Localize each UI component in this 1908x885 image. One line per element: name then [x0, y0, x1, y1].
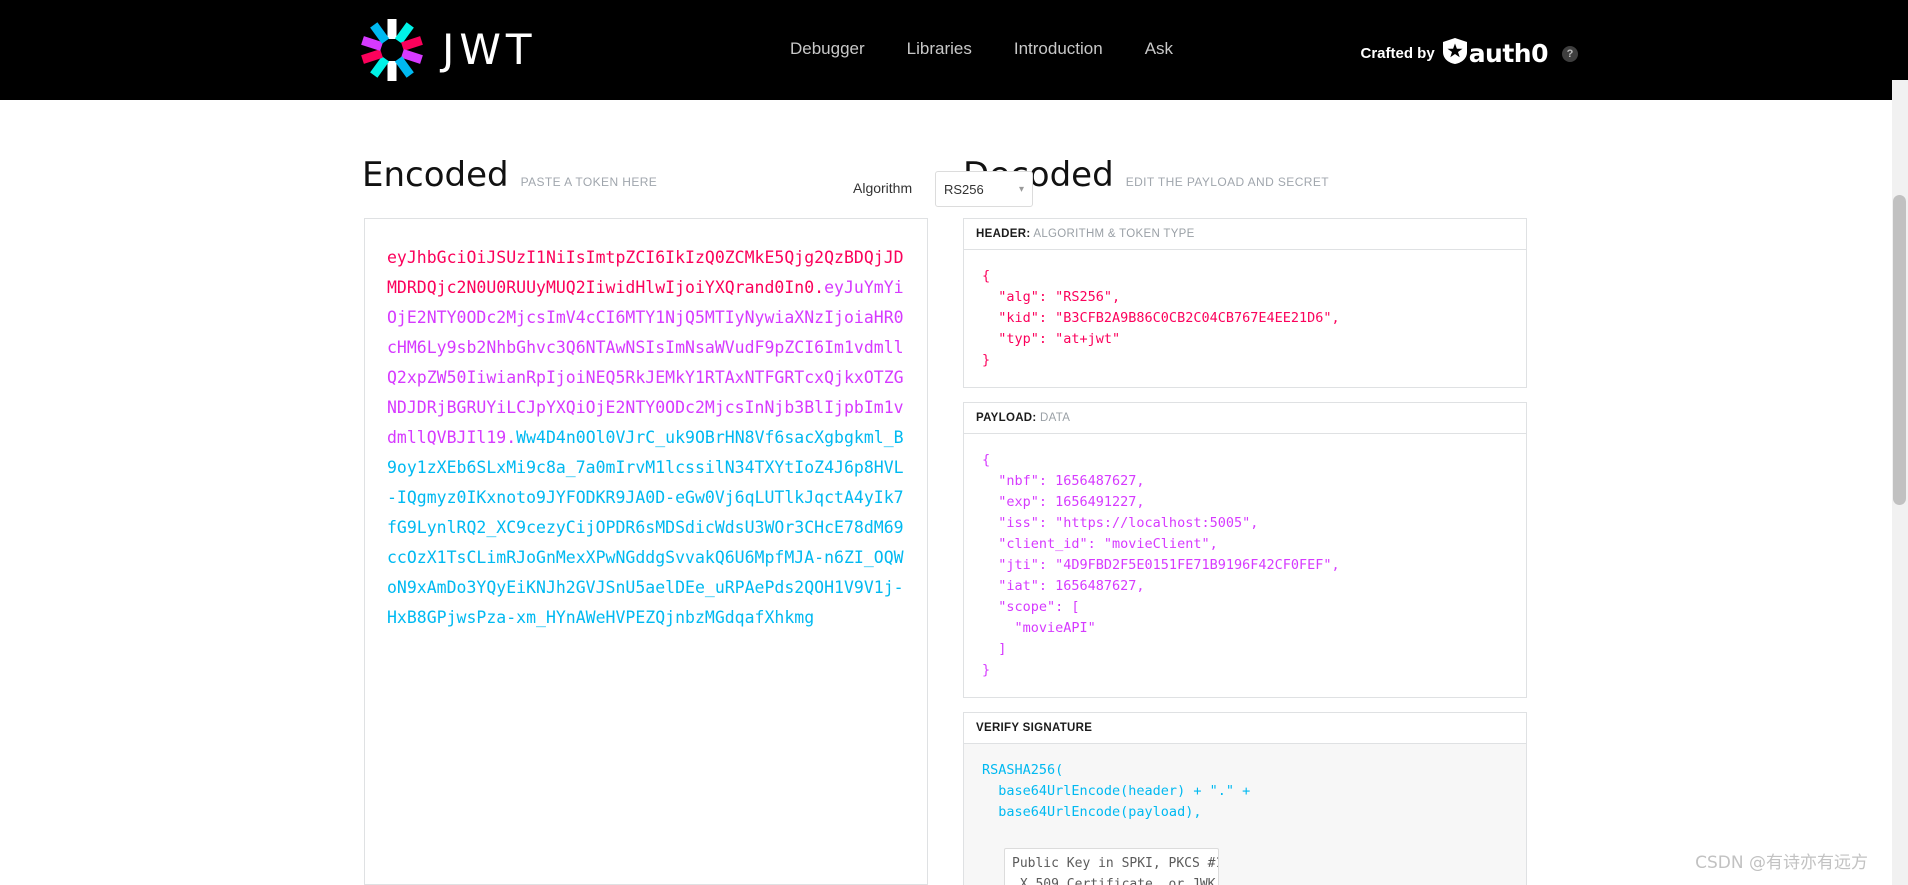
main-navigation: Debugger Libraries Introduction Ask [790, 40, 1173, 57]
auth0-logo-group: auth0 [1442, 38, 1549, 69]
brand-logo-group[interactable]: JWT [360, 18, 537, 82]
decoded-header-sublabel: ALGORITHM & TOKEN TYPE [1030, 228, 1195, 240]
site-header: JWT Debugger Libraries Introduction Ask … [0, 0, 1908, 100]
decoded-payload-label: PAYLOAD: [976, 412, 1037, 424]
encoded-title: Encoded [362, 155, 509, 195]
nav-item-libraries[interactable]: Libraries [907, 40, 972, 57]
algorithm-select[interactable]: RS256 ▾ [935, 171, 1033, 207]
verify-signature-panel: VERIFY SIGNATURE RSASHA256( base64UrlEnc… [963, 712, 1527, 885]
token-separator-2: . [506, 428, 517, 447]
chevron-down-icon: ▾ [1018, 183, 1024, 195]
auth0-wordmark: auth0 [1468, 39, 1549, 68]
decoded-payload-panel: PAYLOAD: DATA { "nbf": 1656487627, "exp"… [963, 402, 1527, 698]
page-scrollbar-track[interactable] [1892, 80, 1908, 885]
page-scrollbar-thumb[interactable] [1893, 195, 1906, 505]
algorithm-label: Algorithm [853, 180, 913, 196]
decoded-header-panel: HEADER: ALGORITHM & TOKEN TYPE { "alg": … [963, 218, 1527, 388]
verify-signature-label: VERIFY SIGNATURE [976, 722, 1093, 734]
encoded-token-input[interactable]: eyJhbGciOiJSUzI1NiIsImtpZCI6IkIzQ0ZCMkE5… [364, 218, 928, 885]
encoded-token-text: eyJhbGciOiJSUzI1NiIsImtpZCI6IkIzQ0ZCMkE5… [387, 243, 905, 633]
jwt-wordmark: JWT [442, 25, 537, 74]
encoded-heading-group: Encoded PASTE A TOKEN HERE [362, 158, 657, 192]
signature-formula-text: RSASHA256( base64UrlEncode(header) + "."… [982, 762, 1251, 820]
decoded-column: HEADER: ALGORITHM & TOKEN TYPE { "alg": … [963, 218, 1527, 885]
token-separator-1: . [814, 278, 825, 297]
public-key-input[interactable]: Public Key in SPKI, PKCS #1, X.509 Certi… [1004, 848, 1219, 885]
crafted-by-auth0[interactable]: Crafted by auth0 ? [1360, 38, 1578, 69]
verify-signature-panel-title: VERIFY SIGNATURE [964, 713, 1526, 744]
question-mark-icon[interactable]: ? [1562, 45, 1578, 62]
auth0-shield-icon [1442, 38, 1467, 69]
crafted-by-label: Crafted by [1360, 45, 1435, 62]
decoded-payload-sublabel: DATA [1036, 412, 1071, 424]
decoded-subtitle: EDIT THE PAYLOAD AND SECRET [1125, 175, 1329, 189]
nav-item-debugger[interactable]: Debugger [790, 40, 865, 57]
token-signature-segment: Ww4D4n0Ol0VJrC_uk9OBrHN8Vf6sacXgbgkml_B9… [387, 428, 904, 627]
algorithm-selected-value: RS256 [944, 181, 984, 197]
decoded-header-json[interactable]: { "alg": "RS256", "kid": "B3CFB2A9B86C0C… [964, 250, 1526, 387]
decoded-payload-json[interactable]: { "nbf": 1656487627, "exp": 1656491227, … [964, 434, 1526, 697]
token-payload-segment: eyJuYmYiOjE2NTY0ODc2MjcsImV4cCI6MTY1NjQ5… [387, 278, 904, 447]
nav-item-ask[interactable]: Ask [1145, 40, 1173, 57]
verify-signature-body: RSASHA256( base64UrlEncode(header) + "."… [964, 744, 1526, 885]
nav-item-introduction[interactable]: Introduction [1014, 40, 1103, 57]
encoded-subtitle: PASTE A TOKEN HERE [520, 175, 658, 189]
decoded-header-panel-title: HEADER: ALGORITHM & TOKEN TYPE [964, 219, 1526, 250]
csdn-watermark: CSDN @有诗亦有远方 [1695, 853, 1868, 873]
jwt-debugger-page: JWT Debugger Libraries Introduction Ask … [0, 0, 1908, 885]
decoded-payload-panel-title: PAYLOAD: DATA [964, 403, 1526, 434]
decoded-header-label: HEADER: [976, 228, 1031, 240]
jwt-pinwheel-logo-icon [360, 18, 424, 82]
